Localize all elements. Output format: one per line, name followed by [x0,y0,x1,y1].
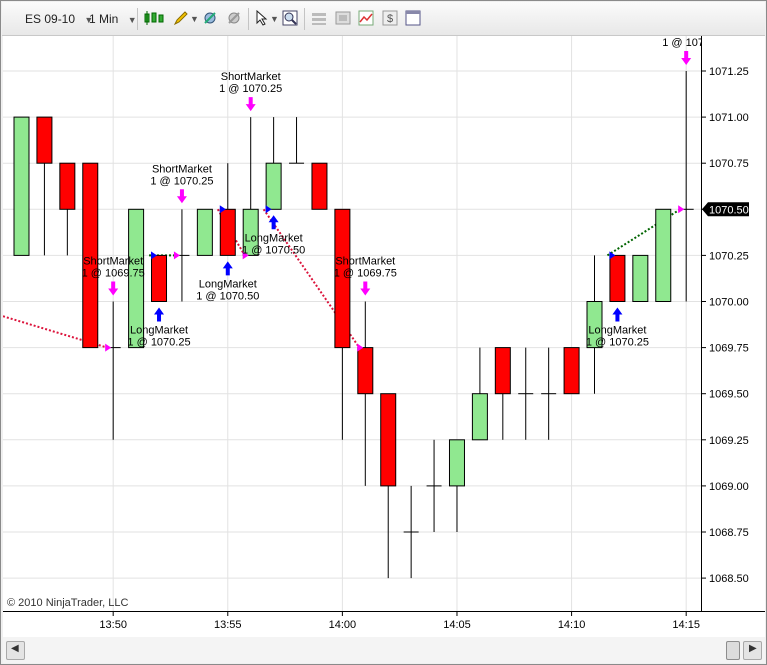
long-arrow-icon [154,307,165,322]
copyright-text: © 2010 NinjaTrader, LLC [7,597,129,609]
candle-body [151,254,168,302]
chart-window: ES 09-10 ▼ 1 Min ▼ ▼ ▼ $ ShortMarket 1 @… [0,0,767,665]
candle-body [265,162,282,210]
execution-label: ShortMarket [83,256,143,268]
short-arrow-icon [360,281,371,296]
long-arrow-icon [612,307,623,322]
candle-body [219,208,236,256]
candle-body [632,254,649,302]
y-tick-label: 1070.75 [709,158,749,170]
execution-price-label: 1 @ 1070 [662,37,701,49]
instrument-label: ES 09-10 [25,12,76,26]
candle-body [471,393,488,441]
x-tick-label: 14:10 [558,619,586,631]
candle-body [357,347,374,395]
candlestick-style-icon[interactable] [143,10,165,26]
execution-label: ShortMarket [221,71,281,83]
x-tick-label: 13:55 [214,619,242,631]
scroll-thumb[interactable] [726,641,740,660]
instrument-selector[interactable]: ES 09-10 ▼ [25,10,93,28]
candle-body [196,208,213,256]
y-tick-label: 1069.25 [709,435,749,447]
price-axis[interactable]: 1071.25 1071.00 1070.75 1070.50 1070.25 1070.… [702,36,765,611]
execution-price-label: 1 @ 1070.25 [586,337,649,349]
execution-price-label: 1 @ 1070.25 [127,337,190,349]
pencil-draw-icon[interactable] [173,10,189,26]
scroll-right-button[interactable]: ▶ [743,641,762,660]
data-box-icon[interactable] [311,10,327,26]
interval-label: 1 Min [89,12,119,26]
candle-body [380,393,397,487]
y-tick-label: 1070.00 [709,297,749,309]
execution-marker [105,343,112,352]
y-tick-label: 1069.75 [709,343,749,355]
strategies-icon[interactable] [226,10,242,26]
y-tick-label: 1071.00 [709,112,749,124]
x-tick-label: 14:00 [329,619,357,631]
chart-toolbar: ES 09-10 ▼ 1 Min ▼ ▼ ▼ $ [2,2,765,36]
scroll-left-button[interactable]: ◀ [6,641,25,660]
execution-marker [173,251,180,260]
execution-price-label: 1 @ 1070.25 [219,83,282,95]
candle-body [609,254,626,302]
candle-body [655,208,672,302]
y-tick-label: 1068.75 [709,527,749,539]
x-tick-label: 13:50 [99,619,127,631]
time-axis[interactable]: 13:50 13:55 14:00 14:05 14:10 14:15 [3,611,765,637]
chevron-left-icon: ◀ [11,643,19,654]
y-tick-label: 1069.00 [709,481,749,493]
execution-price-label: 1 @ 1070.50 [196,290,259,302]
candle-body [448,439,465,487]
long-arrow-icon [222,261,233,276]
execution-label: LongMarket [245,232,303,244]
chevron-down-icon[interactable]: ▼ [270,10,279,28]
short-arrow-icon [245,97,256,112]
execution-price-label: 1 @ 1069.75 [334,268,397,280]
horizontal-scrollbar[interactable]: ◀ ▶ [3,637,765,663]
chevron-right-icon: ▶ [749,643,757,654]
y-tick-label: 1070.25 [709,250,749,262]
line-chart-icon[interactable] [358,10,374,26]
execution-label: LongMarket [199,278,257,290]
candlestick-chart: ShortMarket1 @ 1069.75LongMarket1 @ 1070… [2,25,710,611]
y-tick-label: 1071.25 [709,66,749,78]
execution-label: LongMarket [130,325,188,337]
indicators-icon[interactable] [202,10,218,26]
interval-selector[interactable]: 1 Min ▼ [89,10,137,28]
execution-label: ShortMarket [335,256,395,268]
execution-marker [678,205,685,214]
window-icon[interactable] [405,10,421,26]
price-panel[interactable]: ShortMarket 1 @ 1069.75 LongMarket 1 @ 1070… [2,25,710,611]
short-arrow-icon [176,189,187,204]
cursor-icon[interactable] [254,10,270,26]
long-arrow-icon [268,215,279,230]
candle-body [36,116,53,164]
execution-price-label: 1 @ 1070.50 [242,244,305,256]
candle-body [59,162,76,210]
dollar-icon[interactable]: $ [382,10,398,26]
y-tick-label: 1069.50 [709,389,749,401]
chart-properties-icon[interactable] [335,10,351,26]
chevron-down-icon[interactable]: ▼ [190,10,199,28]
x-tick-label: 14:15 [672,619,700,631]
execution-label: LongMarket [588,325,646,337]
short-arrow-icon [681,51,692,65]
x-tick-label: 14:05 [443,619,471,631]
candle-body [311,162,328,210]
y-tick-label: 1068.50 [709,573,749,585]
zoom-icon[interactable] [282,10,298,26]
chevron-down-icon: ▼ [127,15,137,25]
candle-body [563,347,580,395]
execution-label: ShortMarket [152,163,212,175]
execution-price-label: 1 @ 1069.75 [82,268,145,280]
candle-body [13,116,30,256]
execution-price-label: 1 @ 1070.25 [150,175,213,187]
svg-text:$: $ [387,13,393,25]
last-price-label: 1070.50 [709,204,749,216]
short-arrow-icon [108,281,119,296]
candle-body [494,347,511,395]
